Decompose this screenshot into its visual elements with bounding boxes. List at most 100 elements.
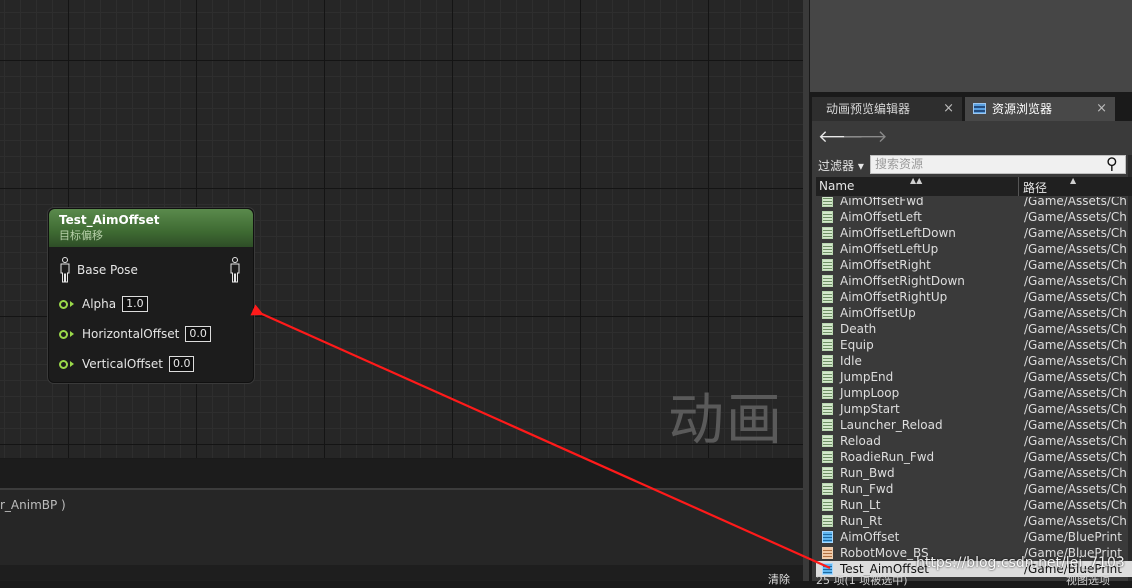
- asset-path: /Game/Assets/Ch: [1024, 258, 1127, 272]
- asset-list: AimOffsetFwd/Game/Assets/Ch AimOffsetLeft…: [816, 197, 1132, 581]
- horizontal-offset-pin-row: HorizontalOffset 0.0: [59, 326, 211, 342]
- asset-row[interactable]: JumpLoop/Game/Assets/Ch: [816, 385, 1132, 401]
- log-text: r_AnimBP ): [0, 498, 66, 512]
- asset-row[interactable]: JumpStart/Game/Assets/Ch: [816, 401, 1132, 417]
- asset-name: AimOffsetRight: [840, 258, 931, 272]
- asset-row[interactable]: RoadieRun_Fwd/Game/Assets/Ch: [816, 449, 1132, 465]
- anim-sequence-icon: [822, 403, 833, 415]
- asset-path: /Game/Assets/Ch: [1024, 210, 1127, 224]
- asset-path: /Game/Assets/Ch: [1024, 386, 1127, 400]
- asset-row[interactable]: Idle/Game/Assets/Ch: [816, 353, 1132, 369]
- asset-path: /Game/Assets/Ch: [1024, 306, 1127, 320]
- filter-button[interactable]: 过滤器 ▾: [818, 157, 864, 174]
- search-icon[interactable]: ⚲: [1106, 155, 1118, 173]
- anim-sequence-icon: [822, 275, 833, 287]
- asset-path: /Game/Assets/Ch: [1024, 418, 1127, 432]
- asset-row[interactable]: Run_Fwd/Game/Assets/Ch: [816, 481, 1132, 497]
- close-icon[interactable]: ×: [1096, 97, 1107, 121]
- view-options-button[interactable]: 视图选项: [1066, 572, 1110, 588]
- content-browser-icon: [973, 103, 986, 114]
- anim-sequence-icon: [822, 323, 833, 335]
- alpha-value-field[interactable]: 1.0: [122, 296, 148, 312]
- asset-path: /Game/Assets/Ch: [1024, 274, 1127, 288]
- pin-arrow-icon: [70, 331, 74, 337]
- asset-row[interactable]: AimOffsetLeftDown/Game/Assets/Ch: [816, 225, 1132, 241]
- tab-content-browser[interactable]: 资源浏览器 ×: [965, 97, 1115, 121]
- forward-arrow-icon[interactable]: 🡒: [842, 128, 888, 146]
- asset-row[interactable]: AimOffsetFwd/Game/Assets/Ch: [816, 197, 1132, 209]
- asset-path: /Game/Assets/Ch: [1024, 242, 1127, 256]
- asset-row[interactable]: AimOffsetRightUp/Game/Assets/Ch: [816, 289, 1132, 305]
- anim-sequence-icon: [822, 307, 833, 319]
- overlay-watermark: https://blog.csdn.net/lei_7103: [916, 555, 1125, 571]
- pose-input-icon[interactable]: [59, 257, 71, 283]
- dropdown-arrow-icon: ▾: [857, 159, 864, 173]
- base-pose-input-row: Base Pose: [59, 257, 138, 283]
- asset-name: Run_Fwd: [840, 482, 894, 496]
- asset-name: JumpEnd: [840, 370, 894, 384]
- asset-name: RoadieRun_Fwd: [840, 450, 935, 464]
- float-pin-icon[interactable]: [59, 299, 68, 309]
- float-pin-icon[interactable]: [59, 359, 68, 369]
- close-icon[interactable]: ×: [943, 97, 954, 121]
- asset-row[interactable]: Death/Game/Assets/Ch: [816, 321, 1132, 337]
- node-title: Test_AimOffset: [59, 213, 160, 227]
- anim-sequence-icon: [822, 387, 833, 399]
- horizontal-offset-value-field[interactable]: 0.0: [185, 326, 211, 342]
- node-subtitle: 目标偏移: [59, 229, 103, 242]
- panel-splitter[interactable]: [0, 459, 803, 488]
- asset-row[interactable]: Run_Rt/Game/Assets/Ch: [816, 513, 1132, 529]
- vertical-offset-value-field[interactable]: 0.0: [168, 356, 195, 372]
- compiler-log-panel: r_AnimBP ): [0, 488, 803, 567]
- asset-row[interactable]: Reload/Game/Assets/Ch: [816, 433, 1132, 449]
- asset-row[interactable]: Equip/Game/Assets/Ch: [816, 337, 1132, 353]
- pin-label: HorizontalOffset: [82, 327, 180, 341]
- pin-arrow-icon: [70, 301, 74, 307]
- asset-name: AimOffset: [840, 530, 900, 544]
- anim-sequence-icon: [822, 243, 833, 255]
- asset-name: Death: [840, 322, 877, 336]
- asset-name: Run_Rt: [840, 514, 883, 528]
- asset-row[interactable]: AimOffsetLeftUp/Game/Assets/Ch: [816, 241, 1132, 257]
- sort-icon: ▲: [1070, 176, 1077, 185]
- aim-offset-node[interactable]: Test_AimOffset 目标偏移 Base Pose Alpha 1.0 …: [48, 208, 254, 383]
- asset-row[interactable]: Run_Lt/Game/Assets/Ch: [816, 497, 1132, 513]
- clear-button[interactable]: 清除: [768, 571, 790, 587]
- column-divider[interactable]: [1018, 177, 1019, 196]
- tab-anim-preview-editor[interactable]: 动画预览编辑器 ×: [812, 97, 962, 121]
- status-text: 25 项(1 项被选中): [816, 574, 908, 587]
- log-toolbar: [0, 565, 803, 581]
- preview-viewport[interactable]: [810, 0, 1132, 92]
- asset-name: AimOffsetFwd: [840, 197, 924, 208]
- asset-row[interactable]: AimOffsetRight/Game/Assets/Ch: [816, 257, 1132, 273]
- asset-path: /Game/Assets/Ch: [1024, 482, 1127, 496]
- panel-divider[interactable]: [803, 0, 809, 581]
- asset-row[interactable]: AimOffsetRightDown/Game/Assets/Ch: [816, 273, 1132, 289]
- asset-row[interactable]: JumpEnd/Game/Assets/Ch: [816, 369, 1132, 385]
- tab-label: 动画预览编辑器: [826, 102, 911, 116]
- search-input[interactable]: 搜索资源: [870, 155, 1126, 174]
- column-header-name[interactable]: Name: [819, 179, 854, 193]
- asset-name: AimOffsetLeftDown: [840, 226, 956, 240]
- anim-sequence-icon: [822, 211, 833, 223]
- asset-row[interactable]: Run_Bwd/Game/Assets/Ch: [816, 465, 1132, 481]
- base-pose-label: Base Pose: [77, 263, 138, 277]
- asset-path: /Game/Assets/Ch: [1024, 402, 1127, 416]
- anim-sequence-icon: [822, 355, 833, 367]
- column-header-path[interactable]: 路径: [1023, 179, 1047, 196]
- anim-sequence-icon: [822, 291, 833, 303]
- float-pin-icon[interactable]: [59, 329, 68, 339]
- node-header[interactable]: Test_AimOffset 目标偏移: [49, 209, 253, 247]
- asset-path: /Game/Assets/Ch: [1024, 434, 1127, 448]
- pin-label: Alpha: [82, 297, 117, 311]
- asset-row[interactable]: AimOffset/Game/BluePrint: [816, 529, 1132, 545]
- asset-row[interactable]: Launcher_Reload/Game/Assets/Ch: [816, 417, 1132, 433]
- anim-sequence-icon: [822, 483, 833, 495]
- asset-row[interactable]: AimOffsetLeft/Game/Assets/Ch: [816, 209, 1132, 225]
- anim-sequence-icon: [822, 339, 833, 351]
- asset-list-header: [816, 177, 1132, 196]
- pose-output-icon[interactable]: [229, 257, 241, 283]
- asset-row[interactable]: AimOffsetUp/Game/Assets/Ch: [816, 305, 1132, 321]
- asset-name: Equip: [840, 338, 874, 352]
- anim-sequence-icon: [822, 499, 833, 511]
